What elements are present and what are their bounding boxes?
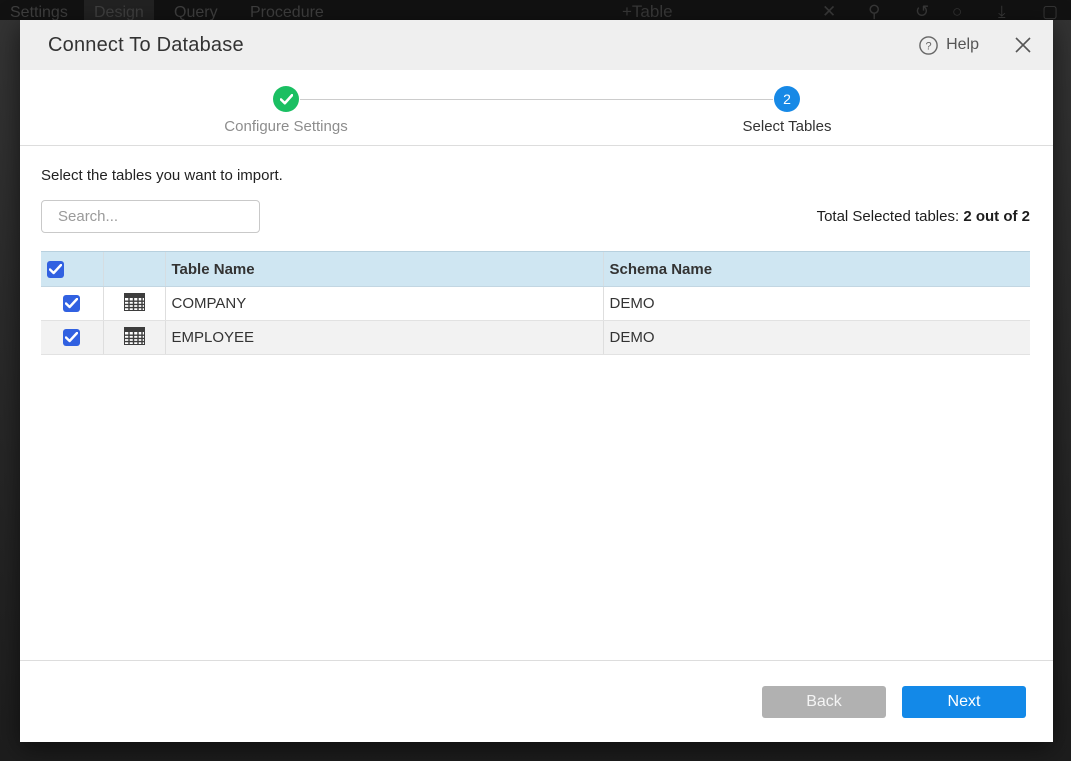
undo-icon[interactable]: ↺ [915,2,929,20]
table-grid-icon [124,293,145,311]
connect-to-database-dialog: Connect To Database ? Help Configure Set [20,20,1053,742]
row-checkbox[interactable] [63,329,80,346]
tab-query[interactable]: Query [164,0,228,20]
step-complete-icon [273,86,299,112]
help-icon: ? [919,36,938,55]
background-app-topbar: Settings Design Query Procedure +Table ✕… [0,0,1071,20]
dialog-footer: Back Next [20,660,1053,742]
close-button[interactable] [1015,37,1031,53]
table-grid-icon [124,327,145,345]
help-button[interactable]: ? Help [919,36,979,55]
table-name-cell: COMPANY [165,287,603,321]
schema-name-cell: DEMO [603,321,1030,355]
add-table-button[interactable]: +Table [622,2,673,20]
refresh-icon[interactable]: ○ [952,2,962,20]
summary-count: 2 out of 2 [963,208,1030,225]
tab-procedure[interactable]: Procedure [240,0,334,20]
schema-name-column-header: Schema Name [603,252,1030,287]
table-name-column-header: Table Name [165,252,603,287]
svg-text:?: ? [926,40,932,52]
table-row[interactable]: EMPLOYEE DEMO [41,321,1030,355]
tables-list: Table Name Schema Name [41,251,1030,355]
search-box [41,200,260,233]
close-icon [1015,37,1031,53]
frame-icon[interactable]: ▢ [1042,2,1058,20]
tab-design[interactable]: Design [84,0,154,20]
search-icon[interactable]: ⚲ [868,2,880,20]
dialog-title: Connect To Database [48,34,244,57]
step-number-badge: 2 [774,86,800,112]
wizard-stepper: Configure Settings 2 Select Tables [20,70,1053,146]
selected-tables-summary: Total Selected tables: 2 out of 2 [817,208,1030,225]
table-row[interactable]: COMPANY DEMO [41,287,1030,321]
back-button[interactable]: Back [762,686,886,718]
step-configure-settings: Configure Settings [186,86,386,135]
search-input[interactable] [58,208,257,225]
help-label: Help [946,36,979,54]
dialog-header: Connect To Database ? Help [20,20,1053,70]
close-icon[interactable]: ✕ [822,2,836,20]
row-checkbox[interactable] [63,295,80,312]
icon-column-header [103,252,165,287]
select-all-cell [41,252,103,287]
step-select-tables: 2 Select Tables [687,86,887,135]
download-icon[interactable]: ⤓ [998,2,1006,20]
step-label: Configure Settings [186,118,386,135]
table-header-row: Table Name Schema Name [41,252,1030,287]
select-all-checkbox[interactable] [47,261,64,278]
dialog-content: Select the tables you want to import. To… [41,146,1030,355]
instruction-text: Select the tables you want to import. [41,167,1030,184]
schema-name-cell: DEMO [603,287,1030,321]
table-name-cell: EMPLOYEE [165,321,603,355]
next-button[interactable]: Next [902,686,1026,718]
summary-prefix: Total Selected tables: [817,208,964,225]
tab-settings[interactable]: Settings [0,0,78,20]
step-label: Select Tables [687,118,887,135]
